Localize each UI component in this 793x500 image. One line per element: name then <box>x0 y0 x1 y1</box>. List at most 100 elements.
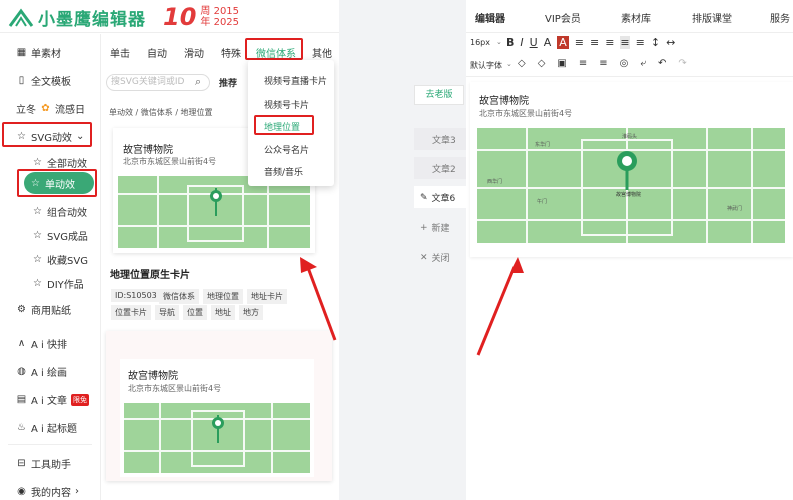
new-article-button[interactable]: + 新建 <box>420 221 450 235</box>
undo-button[interactable]: ↶ <box>658 58 666 69</box>
card-address: 北京市东城区景山前街4号 <box>128 384 222 393</box>
align-left-button[interactable]: ≡ <box>575 36 584 49</box>
old-version-button[interactable]: 去老版 <box>414 85 464 105</box>
new-label: 新建 <box>431 224 450 234</box>
underline-button[interactable]: U <box>530 36 538 49</box>
sidebar-item-label: DIY作品 <box>47 280 84 291</box>
align-center-button[interactable]: ≡ <box>590 36 599 49</box>
menu-item-location[interactable]: 地理位置 <box>264 120 300 133</box>
sidebar-item-combo-animation[interactable]: ☆ 组合动效 <box>32 204 87 219</box>
map-roads <box>124 403 310 473</box>
toolbar-row-1: B I U A A ≡ ≡ ≡ ≡ ≡ ↕ ↔ <box>506 36 675 49</box>
sidebar-item-ai-layout[interactable]: ∧ A i 快排 <box>16 336 67 351</box>
menu-item-account-card[interactable]: 公众号名片 <box>264 143 309 156</box>
close-icon: ✕ <box>420 252 428 263</box>
menu-item-channel-live[interactable]: 视频号直播卡片 <box>264 74 327 87</box>
tag[interactable]: 位置 <box>183 305 207 320</box>
line-height-button[interactable]: ↕ <box>651 36 660 49</box>
anniversary-badge: 10 周 2015 年 2025 <box>163 3 239 31</box>
nav-materials[interactable]: 素材库 <box>621 10 651 25</box>
article-tab-3[interactable]: 文章3 <box>432 133 456 146</box>
sidebar-item-ai-paint[interactable]: ◍ A i 绘画 <box>16 364 67 379</box>
search-icon[interactable]: ⌕ <box>195 75 201 89</box>
ai-icon: ∧ <box>17 338 26 349</box>
card-title: 故宫博物院 <box>128 371 178 382</box>
tab-click[interactable]: 单击 <box>110 45 130 60</box>
article-tab-6[interactable]: ✎ 文章6 <box>420 191 455 205</box>
toolbox-icon: ⊟ <box>17 458 26 469</box>
format-brush-button[interactable]: ◇ <box>538 58 546 69</box>
eraser-button[interactable]: ◇ <box>518 58 526 69</box>
sidebar-item-favorites[interactable]: ☆ 收藏SVG <box>32 252 88 267</box>
paragraph-button[interactable]: ≡ <box>579 58 587 69</box>
sidebar-divider <box>8 444 92 445</box>
tag[interactable]: 地址 <box>211 305 235 320</box>
italic-button[interactable]: I <box>520 36 523 49</box>
map-roads: 淮码头 故宫博物院 东华门 西华门 午门 神武门 <box>477 128 785 243</box>
sidebar-item-single-animation[interactable]: ☆ 单动效 <box>24 172 94 194</box>
article-tab-2[interactable]: 文章2 <box>432 162 456 175</box>
font-size-select[interactable]: 16px <box>470 38 490 47</box>
bold-button[interactable]: B <box>506 36 514 49</box>
font-color-button[interactable]: A <box>544 36 552 49</box>
sidebar-item-festival[interactable]: 立冬 ✿ 流感日 <box>16 101 85 116</box>
divider-button[interactable]: ≡ <box>599 58 607 69</box>
map-label: 淮码头 <box>622 133 637 140</box>
tag[interactable]: 地址卡片 <box>247 289 287 304</box>
sidebar-item-svg-products[interactable]: ☆ SVG成品 <box>32 228 88 243</box>
sidebar-item-tools[interactable]: ⊟ 工具助手 <box>16 456 71 471</box>
sort-select[interactable]: 推荐 <box>219 76 237 89</box>
tab-special[interactable]: 特殊 <box>221 45 241 60</box>
logo[interactable]: 小墨鹰编辑器 <box>8 5 146 30</box>
nav-service[interactable]: 服务 <box>770 10 790 25</box>
indent-button[interactable]: ≡ <box>636 36 645 49</box>
fire-icon: ♨ <box>17 422 26 433</box>
emoji-button[interactable]: ◎ <box>620 58 629 69</box>
tab-other[interactable]: 其他 <box>312 45 332 60</box>
nav-vip[interactable]: VIP会员 <box>545 10 581 25</box>
anniversary-line2: 年 2025 <box>200 17 240 28</box>
sidebar-item-ai-title[interactable]: ♨ A i 起标题 <box>16 420 77 435</box>
breadcrumb: 单动效 / 微信体系 / 地理位置 <box>109 108 213 117</box>
sidebar-item-templates[interactable]: ▯ 全文模板 <box>16 73 71 88</box>
plus-icon: + <box>420 222 428 233</box>
letter-spacing-button[interactable]: ↔ <box>666 36 675 49</box>
redo-button[interactable]: ↷ <box>678 58 686 69</box>
close-button[interactable]: ✕ 关闭 <box>420 251 450 265</box>
tab-auto[interactable]: 自动 <box>147 45 167 60</box>
font-family-select[interactable]: 默认字体 <box>470 60 502 71</box>
sidebar-item-all-animations[interactable]: ☆ 全部动效 <box>32 155 87 170</box>
card-inner: 故宫博物院 北京市东城区景山前街4号 <box>120 359 314 477</box>
sidebar-item-svg-animation[interactable]: ☆ SVG动效 ⌄ <box>16 129 84 144</box>
sidebar-item-ai-article[interactable]: ▤ A i 文章 限免 <box>16 392 89 407</box>
menu-item-channel-card[interactable]: 视频号卡片 <box>264 98 309 111</box>
tag[interactable]: 微信体系 <box>159 289 199 304</box>
folder-icon: ◉ <box>17 486 26 497</box>
sidebar-item-my-content[interactable]: ◉ 我的内容 › <box>16 484 79 499</box>
chevron-down-icon: ⌄ <box>75 131 85 142</box>
grid-icon: ▦ <box>16 47 27 58</box>
align-right-button[interactable]: ≡ <box>605 36 614 49</box>
nav-courses[interactable]: 排版课堂 <box>692 10 732 25</box>
editor-canvas-card[interactable]: 故宫博物院 北京市东城区景山前街4号 淮码头 故宫博物院 东华门 西华门 午门 … <box>470 82 793 257</box>
map-image <box>124 403 310 473</box>
menu-item-audio[interactable]: 音频/音乐 <box>264 165 303 178</box>
sidebar-item-label: 全文模板 <box>31 77 71 88</box>
map-label: 西华门 <box>487 178 502 185</box>
image-button[interactable]: ▣ <box>557 58 566 69</box>
sidebar-item-label: 单素材 <box>31 49 61 60</box>
sidebar-item-diy[interactable]: ☆ DIY作品 <box>32 276 84 291</box>
bg-color-button[interactable]: A <box>557 36 569 49</box>
align-justify-button[interactable]: ≡ <box>620 36 630 49</box>
sidebar-item-single[interactable]: ▦ 单素材 <box>16 45 61 60</box>
doc-icon: ▤ <box>16 394 27 405</box>
tag[interactable]: 导航 <box>155 305 179 320</box>
nav-editor[interactable]: 编辑器 <box>475 10 505 25</box>
tag[interactable]: 地理位置 <box>203 289 243 304</box>
tab-slide[interactable]: 滑动 <box>184 45 204 60</box>
tag[interactable]: 位置卡片 <box>111 305 151 320</box>
tab-wechat-system[interactable]: 微信体系 <box>256 45 296 60</box>
tag[interactable]: 地方 <box>239 305 263 320</box>
sidebar-item-stickers[interactable]: ⚙ 商用贴纸 <box>16 302 71 317</box>
link-button[interactable]: ⤶ <box>640 58 646 69</box>
